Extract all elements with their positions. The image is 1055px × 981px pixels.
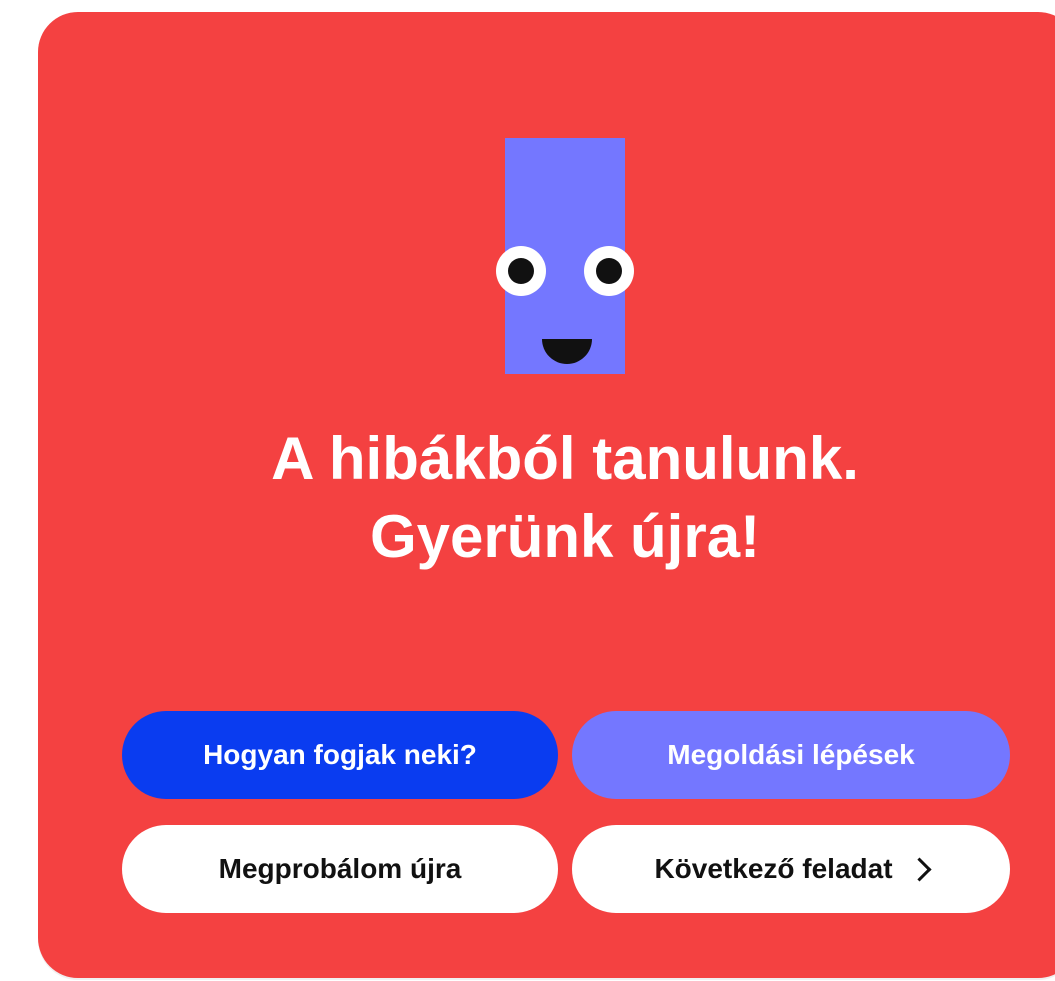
headline-line-2: Gyerünk újra! [369, 503, 761, 570]
headline-line-1: A hibákból tanulunk. [271, 425, 859, 492]
next-task-button[interactable]: Következő feladat [572, 825, 1010, 913]
chevron-right-icon [907, 856, 932, 882]
mascot-right-pupil [596, 258, 622, 284]
feedback-headline: A hibákból tanulunk. Gyerünk újra! [100, 420, 1030, 576]
mascot-right-eye-icon [584, 246, 634, 296]
how-to-start-label: Hogyan fogjak neki? [203, 739, 477, 770]
next-task-label: Következő feladat [654, 853, 893, 884]
solution-steps-label: Megoldási lépések [667, 739, 915, 770]
mascot-left-pupil [508, 258, 534, 284]
solution-steps-button[interactable]: Megoldási lépések [572, 711, 1010, 799]
retry-label: Megprobálom újra [218, 853, 462, 884]
mascot-left-eye-icon [496, 246, 546, 296]
how-to-start-button[interactable]: Hogyan fogjak neki? [122, 711, 558, 799]
retry-button[interactable]: Megprobálom újra [122, 825, 558, 913]
